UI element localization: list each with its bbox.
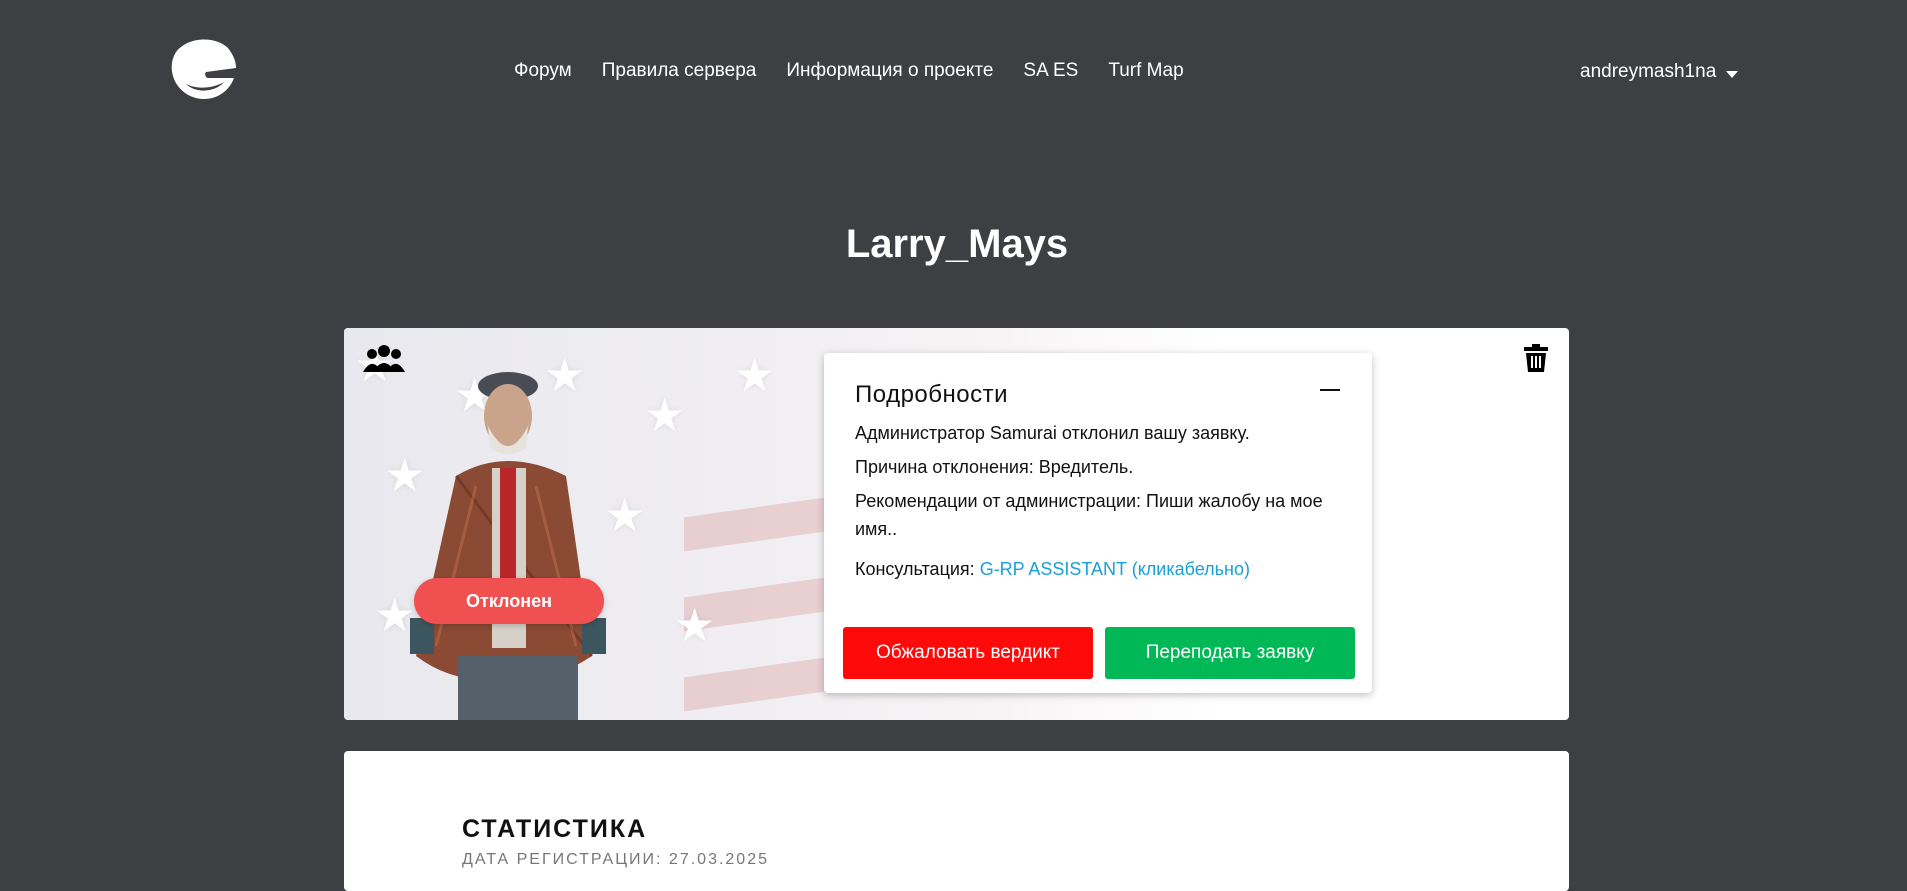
assistant-link[interactable]: G-RP ASSISTANT (кликабельно) <box>980 559 1250 579</box>
admin-recommendations-text: Рекомендации от администрации: Пиши жало… <box>855 491 1323 539</box>
details-panel: Подробности Администратор Samurai отклон… <box>824 353 1372 693</box>
top-navbar: Форум Правила сервера Информация о проек… <box>0 0 1907 150</box>
statistics-card: СТАТИСТИКА ДАТА РЕГИСТРАЦИИ: 27.03.2025 <box>344 751 1569 891</box>
consultation-row: Консультация: G-RP ASSISTANT (кликабельн… <box>855 555 1345 583</box>
caret-down-icon <box>1726 70 1739 78</box>
username: andreymash1na <box>1580 61 1717 82</box>
application-card: ★ ★ ★ ★ ★ ★ ★ ★ ★ Отклонен <box>344 328 1569 720</box>
resubmit-application-button[interactable]: Переподать заявку <box>1105 627 1355 679</box>
status-badge: Отклонен <box>414 578 604 624</box>
consultation-label: Консультация: <box>855 559 980 579</box>
registration-date: ДАТА РЕГИСТРАЦИИ: 27.03.2025 <box>462 851 769 868</box>
nav-forum[interactable]: Форум <box>514 60 572 82</box>
details-title: Подробности <box>855 381 1009 408</box>
appeal-verdict-button[interactable]: Обжаловать вердикт <box>843 627 1093 679</box>
user-menu[interactable]: andreymash1na <box>1580 61 1739 83</box>
logo-icon[interactable] <box>166 34 238 102</box>
nav-sa-es[interactable]: SA ES <box>1023 60 1078 82</box>
rejection-reason-text: Причина отклонения: Вредитель. <box>855 457 1134 477</box>
admin-decision-text: Администратор Samurai отклонил вашу заяв… <box>855 423 1250 443</box>
main-nav: Форум Правила сервера Информация о проек… <box>514 60 1184 82</box>
nav-server-rules[interactable]: Правила сервера <box>602 60 757 82</box>
nav-project-info[interactable]: Информация о проекте <box>786 60 993 82</box>
minimize-icon[interactable] <box>1320 389 1340 391</box>
nav-turf-map[interactable]: Turf Map <box>1108 60 1183 82</box>
statistics-title: СТАТИСТИКА <box>462 815 648 843</box>
page-title: Larry_Mays <box>845 222 1069 266</box>
group-icon[interactable] <box>363 344 405 372</box>
trash-icon[interactable] <box>1524 344 1548 372</box>
character-skin-image <box>410 372 606 720</box>
